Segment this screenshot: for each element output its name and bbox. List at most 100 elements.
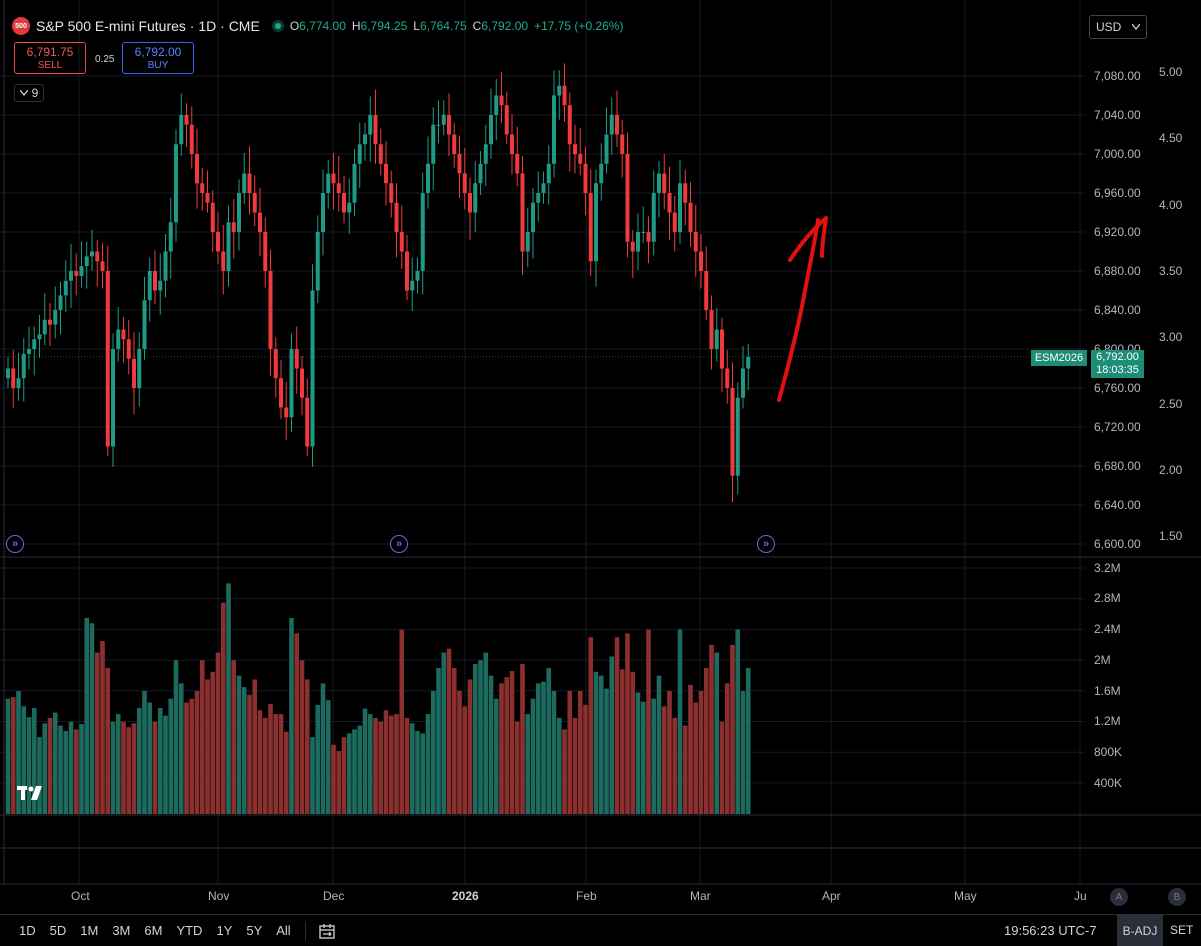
volume-bar xyxy=(441,652,447,814)
range-5y-button[interactable]: 5Y xyxy=(246,923,262,938)
range-5d-button[interactable]: 5D xyxy=(50,923,67,938)
volume-bar xyxy=(273,714,279,814)
volume-bar xyxy=(331,744,336,814)
volume-bar xyxy=(394,714,399,814)
volume-bar xyxy=(656,675,662,814)
volume-bar xyxy=(226,583,231,814)
open-label: O xyxy=(289,19,300,33)
candle-body xyxy=(326,173,331,193)
candle-body xyxy=(693,232,698,252)
volume-bar xyxy=(257,710,263,814)
volume-bar xyxy=(357,725,363,814)
candle-body xyxy=(174,144,178,223)
volume-bar xyxy=(289,617,294,814)
auto-scale-button[interactable]: A xyxy=(1110,888,1128,906)
candle-body xyxy=(147,271,152,301)
volume-bar xyxy=(136,707,142,814)
close-value: 6,792.00 xyxy=(481,19,529,33)
market-status-icon[interactable] xyxy=(271,20,284,32)
candle-body xyxy=(100,261,105,271)
sell-button[interactable]: 6,791.75 SELL xyxy=(14,42,86,74)
candle-body xyxy=(415,271,420,281)
tradingview-logo-icon[interactable] xyxy=(16,784,48,802)
utc-clock[interactable]: 19:56:23 UTC-7 xyxy=(1004,923,1097,938)
price-tick: 6,880.00 xyxy=(1094,264,1141,278)
event-marker-icon[interactable]: » xyxy=(6,535,24,553)
symbol-header: 500 S&P 500 E-mini Futures · 1D · CME O6… xyxy=(12,16,623,36)
range-3m-button[interactable]: 3M xyxy=(112,923,130,938)
volume-bar xyxy=(315,704,321,814)
volume-bar xyxy=(157,707,163,814)
range-1m-button[interactable]: 1M xyxy=(80,923,98,938)
currency-select[interactable]: USD xyxy=(1089,15,1147,39)
candle-body xyxy=(357,144,362,164)
candle-body xyxy=(562,85,567,106)
range-1d-button[interactable]: 1D xyxy=(19,923,36,938)
candle-body xyxy=(541,183,546,193)
volume-bar xyxy=(362,708,368,814)
open-value: 6,774.00 xyxy=(299,19,346,33)
candle-body xyxy=(557,85,562,96)
candle-body xyxy=(16,378,21,388)
event-marker-icon[interactable]: » xyxy=(390,535,408,553)
volume-bar xyxy=(121,721,126,814)
candle-body xyxy=(473,183,478,213)
candle-body xyxy=(48,319,52,325)
range-all-button[interactable]: All xyxy=(276,923,290,938)
candle-body xyxy=(683,183,688,203)
volume-bar xyxy=(488,675,494,814)
candle-body xyxy=(426,163,430,193)
chart-canvas[interactable] xyxy=(0,0,1201,945)
candle-body xyxy=(216,232,220,252)
volume-bar xyxy=(735,629,741,814)
range-6m-button[interactable]: 6M xyxy=(144,923,162,938)
buy-button[interactable]: 6,792.00 BUY xyxy=(122,42,194,74)
change-value: +17.75 (+0.26%) xyxy=(534,19,624,33)
candle-body xyxy=(599,163,604,184)
calendar-range-icon[interactable] xyxy=(318,922,336,940)
percent-tick: 1.50 xyxy=(1159,529,1183,543)
volume-tick: 2M xyxy=(1094,653,1111,667)
candle-body xyxy=(121,329,126,340)
volume-tick: 1.2M xyxy=(1094,714,1121,728)
ohlc-values: O6,774.00 H6,794.25 L6,764.75 C6,792.00 … xyxy=(290,19,624,33)
candle-body xyxy=(258,212,262,232)
range-ytd-button[interactable]: YTD xyxy=(176,923,202,938)
candle-body xyxy=(436,124,441,126)
symbol-title[interactable]: S&P 500 E-mini Futures · 1D · CME xyxy=(36,18,260,34)
volume-bar xyxy=(304,679,310,814)
bar-countdown: 18:03:35 xyxy=(1096,364,1139,376)
session-button[interactable]: SET xyxy=(1170,923,1193,937)
candle-body xyxy=(84,256,89,267)
volume-bar xyxy=(58,725,63,814)
volume-bar xyxy=(667,691,672,814)
scale-toggle-button[interactable]: B xyxy=(1168,888,1186,906)
candle-body xyxy=(142,300,147,349)
volume-tick: 400K xyxy=(1094,776,1123,790)
candle-body xyxy=(468,193,472,213)
range-1y-button[interactable]: 1Y xyxy=(216,923,232,938)
volume-bar xyxy=(572,717,578,814)
candle-body xyxy=(462,173,467,193)
volume-bar xyxy=(241,687,247,814)
percent-tick: 5.00 xyxy=(1159,65,1183,79)
volume-bar xyxy=(310,737,315,814)
event-marker-icon[interactable]: » xyxy=(757,535,775,553)
chevron-down-icon xyxy=(19,90,28,96)
indicators-toggle-button[interactable]: 9 xyxy=(14,84,44,102)
candle-body xyxy=(441,115,446,125)
candle-body xyxy=(252,193,257,213)
volume-bar xyxy=(336,750,342,814)
volume-bar xyxy=(693,702,699,814)
volume-bar xyxy=(604,688,609,814)
volume-bar xyxy=(404,717,410,814)
volume-bar xyxy=(499,683,504,814)
volume-bar xyxy=(352,729,357,814)
sell-label: SELL xyxy=(37,60,63,71)
volume-bar xyxy=(588,637,594,814)
candle-body xyxy=(58,295,63,310)
volume-bar xyxy=(535,683,541,814)
volume-bar xyxy=(530,698,536,814)
candle-body xyxy=(373,115,378,145)
adjustment-button[interactable]: B-ADJ xyxy=(1117,915,1163,946)
